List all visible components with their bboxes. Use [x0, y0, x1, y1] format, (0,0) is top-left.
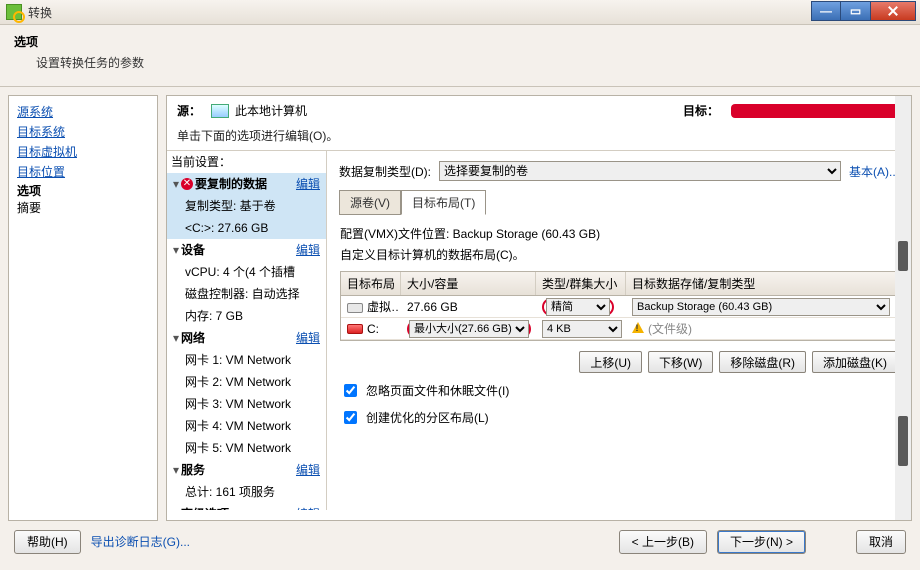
copy-type-label: 数据复制类型(D):: [339, 163, 431, 180]
tab[interactable]: 目标布局(T): [401, 190, 486, 215]
tree-item[interactable]: 总计: 161 项服务: [167, 481, 326, 503]
next-button[interactable]: 下一步(N) >: [717, 530, 806, 554]
column-header: 目标布局: [341, 272, 401, 295]
wizard-header: 选项 设置转换任务的参数: [0, 25, 920, 87]
column-header: 类型/群集大小: [536, 272, 626, 295]
twisty-icon[interactable]: ▾: [171, 241, 181, 259]
cancel-button[interactable]: 取消: [856, 530, 906, 554]
edit-link[interactable]: 编辑: [296, 241, 320, 259]
option-checkbox[interactable]: [344, 384, 357, 397]
tree-item[interactable]: <C:>: 27.66 GB: [167, 217, 326, 239]
source-value: 此本地计算机: [235, 102, 307, 119]
close-button[interactable]: [871, 1, 916, 21]
nav-item[interactable]: 目标系统: [17, 122, 149, 142]
tree-item[interactable]: 网卡 5: VM Network: [167, 437, 326, 459]
twisty-icon[interactable]: ▾: [171, 175, 181, 193]
settings-tree[interactable]: 当前设置：▾✕要复制的数据编辑复制类型: 基于卷<C:>: 27.66 GB▾设…: [167, 151, 327, 510]
twisty-icon[interactable]: ▾: [171, 505, 181, 510]
window-controls: — ▭: [811, 1, 916, 21]
tab[interactable]: 源卷(V): [339, 190, 401, 215]
move-down-button[interactable]: 下移(W): [648, 351, 713, 373]
title-bar: 转换 — ▭: [0, 0, 920, 25]
warning-icon: [632, 322, 644, 333]
edit-link[interactable]: 编辑: [296, 329, 320, 347]
cluster-select[interactable]: 精简: [546, 298, 610, 316]
tree-item[interactable]: vCPU: 4 个(4 个插槽: [167, 261, 326, 283]
tree-group[interactable]: ▾服务编辑: [167, 459, 326, 481]
custom-layout-text: 自定义目标计算机的数据布局(C)。: [340, 246, 898, 263]
instruction-text: 单击下面的选项进行编辑(O)。: [167, 125, 911, 150]
tree-group[interactable]: ▾✕要复制的数据编辑: [167, 173, 326, 195]
minimize-button[interactable]: —: [811, 1, 841, 21]
datastore-select[interactable]: Backup Storage (60.43 GB): [632, 298, 890, 316]
column-header: 目标数据存储/复制类型: [626, 272, 897, 295]
tree-group[interactable]: ▾设备编辑: [167, 239, 326, 261]
edit-link[interactable]: 编辑: [296, 505, 320, 510]
window-title: 转换: [28, 4, 52, 21]
option-label: 创建优化的分区布局(L): [366, 409, 489, 426]
target-value-redacted: [731, 104, 901, 118]
export-log-link[interactable]: 导出诊断日志(G)...: [91, 533, 190, 550]
wizard-footer: 帮助(H) 导出诊断日志(G)... < 上一步(B) 下一步(N) > 取消: [0, 521, 920, 562]
nav-item[interactable]: 源系统: [17, 102, 149, 122]
nav-item: 选项: [17, 182, 149, 199]
tree-item[interactable]: 复制类型: 基于卷: [167, 195, 326, 217]
table-row[interactable]: 虚拟…27.66 GB精简Backup Storage (60.43 GB): [341, 296, 897, 318]
tree-group[interactable]: ▾高级选项编辑: [167, 503, 326, 510]
page-subtitle: 设置转换任务的参数: [36, 54, 906, 71]
scrollbar[interactable]: [895, 96, 911, 520]
close-icon: [887, 5, 899, 17]
column-header: 大小/容量: [401, 272, 536, 295]
tree-item[interactable]: 网卡 2: VM Network: [167, 371, 326, 393]
maximize-button[interactable]: ▭: [841, 1, 871, 21]
basic-link[interactable]: 基本(A)...: [849, 163, 899, 180]
tree-item[interactable]: 网卡 1: VM Network: [167, 349, 326, 371]
layout-tabs: 源卷(V)目标布局(T): [339, 189, 899, 214]
help-button[interactable]: 帮助(H): [14, 530, 81, 554]
source-label: 源：: [177, 102, 201, 119]
vm-disk-icon: [347, 303, 363, 313]
detail-panel: 数据复制类型(D): 选择要复制的卷 基本(A)... 源卷(V)目标布局(T)…: [327, 151, 911, 510]
add-disk-button[interactable]: 添加磁盘(K): [812, 351, 898, 373]
tree-item[interactable]: 磁盘控制器: 自动选择: [167, 283, 326, 305]
move-up-button[interactable]: 上移(U): [579, 351, 642, 373]
vmx-location-text: 配置(VMX)文件位置: Backup Storage (60.43 GB): [340, 225, 898, 242]
size-select[interactable]: 最小大小(27.66 GB): [409, 320, 529, 338]
back-button[interactable]: < 上一步(B): [619, 530, 707, 554]
edit-link[interactable]: 编辑: [296, 461, 320, 479]
remove-disk-button[interactable]: 移除磁盘(R): [719, 351, 806, 373]
table-row[interactable]: C:最小大小(27.66 GB)4 KB(文件级): [341, 318, 897, 340]
tree-item[interactable]: 网卡 4: VM Network: [167, 415, 326, 437]
tree-item[interactable]: 内存: 7 GB: [167, 305, 326, 327]
cluster-select[interactable]: 4 KB: [542, 320, 622, 338]
copy-type-select[interactable]: 选择要复制的卷: [439, 161, 841, 181]
checkbox-row: 创建优化的分区布局(L): [340, 408, 898, 427]
option-label: 忽略页面文件和休眠文件(I): [366, 382, 509, 399]
checkbox-row: 忽略页面文件和休眠文件(I): [340, 381, 898, 400]
nav-item[interactable]: 目标位置: [17, 162, 149, 182]
wizard-nav: 源系统目标系统目标虚拟机目标位置选项摘要: [8, 95, 158, 521]
content-pane: 源： 此本地计算机 目标： 单击下面的选项进行编辑(O)。 当前设置：▾✕要复制…: [166, 95, 912, 521]
twisty-icon[interactable]: ▾: [171, 329, 181, 347]
tree-group[interactable]: ▾网络编辑: [167, 327, 326, 349]
disk-layout-grid: 目标布局大小/容量类型/群集大小目标数据存储/复制类型 虚拟…27.66 GB精…: [340, 271, 898, 341]
app-icon: [6, 4, 22, 20]
computer-icon: [211, 104, 229, 118]
nav-item[interactable]: 目标虚拟机: [17, 142, 149, 162]
page-title: 选项: [14, 33, 906, 50]
twisty-icon[interactable]: ▾: [171, 461, 181, 479]
tree-item[interactable]: 网卡 3: VM Network: [167, 393, 326, 415]
drive-icon: [347, 324, 363, 334]
error-icon: ✕: [181, 178, 193, 190]
nav-item: 摘要: [17, 199, 149, 216]
tree-header: 当前设置：: [167, 151, 326, 173]
target-label: 目标：: [683, 102, 719, 119]
edit-link[interactable]: 编辑: [296, 175, 320, 193]
option-checkbox[interactable]: [344, 411, 357, 424]
